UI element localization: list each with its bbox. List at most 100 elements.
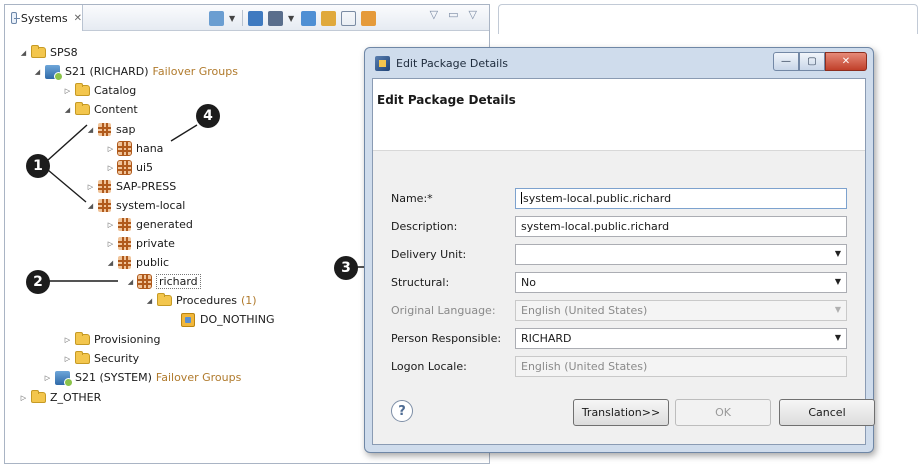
tree-node-z-other[interactable]: ▷ Z_OTHER	[19, 388, 101, 407]
callout-badge-4: 4	[196, 104, 220, 128]
name-label: Name:*	[391, 191, 433, 205]
chevron-down-icon[interactable]: ▼	[229, 11, 237, 26]
import-icon[interactable]	[321, 10, 336, 26]
tree-node-richard[interactable]: ◢ richard	[126, 272, 201, 291]
tree-node-sap-press[interactable]: ▷ SAP-PRESS	[86, 177, 176, 196]
collapsed-twisty-icon[interactable]: ▷	[43, 374, 52, 382]
close-icon[interactable]: ✕	[74, 13, 82, 24]
help-icon[interactable]: ?	[391, 400, 413, 422]
chevron-down-icon[interactable]: ▼	[288, 11, 296, 26]
name-row: Name:* system-local.public.richard	[391, 187, 847, 209]
tree-node-label: hana	[136, 142, 164, 155]
logon-locale-row: Logon Locale: English (United States)	[391, 355, 847, 377]
logon-locale-label: Logon Locale:	[391, 359, 467, 373]
package-icon	[118, 218, 131, 231]
tree-node-provisioning[interactable]: ▷ Provisioning	[63, 330, 161, 349]
view-tabbar: Systems ✕ ▼ ▼ ▽ ▭ ▽	[5, 5, 489, 31]
delivery-unit-label: Delivery Unit:	[391, 247, 467, 261]
delivery-unit-select[interactable]: ▼	[515, 243, 847, 265]
tree-node-private[interactable]: ▷ private	[106, 234, 175, 253]
tree-node-sap[interactable]: ◢ sap	[86, 120, 135, 139]
close-button[interactable]: ✕	[825, 52, 867, 71]
dialog-titlebar[interactable]: Edit Package Details — ▢ ✕	[365, 48, 873, 78]
collapsed-twisty-icon[interactable]: ▷	[63, 336, 72, 344]
link-with-editor-icon[interactable]	[361, 10, 376, 26]
person-responsible-select[interactable]: RICHARD ▼	[515, 327, 847, 349]
catalog-icon[interactable]	[301, 10, 316, 26]
folder-icon	[75, 102, 90, 115]
expanded-twisty-icon[interactable]: ◢	[145, 297, 154, 305]
minimize-button[interactable]: —	[773, 52, 799, 71]
package-icon	[118, 256, 131, 269]
package-icon	[117, 160, 132, 175]
dialog-banner: Edit Package Details	[373, 79, 865, 151]
original-language-select: English (United States) ▼	[515, 299, 847, 321]
translation-button[interactable]: Translation>>	[573, 399, 669, 426]
app-icon	[375, 55, 390, 71]
dialog-window-title: Edit Package Details	[396, 56, 509, 70]
tree-node-s21-richard[interactable]: ◢ S21 (RICHARD) Failover Groups	[33, 62, 238, 81]
view-menu-icon[interactable]: ▽	[430, 8, 438, 21]
structural-value: No	[521, 275, 536, 289]
view-controls: ▽ ▭ ▽	[430, 8, 477, 21]
logon-locale-field: English (United States)	[515, 355, 847, 377]
tree-node-hana[interactable]: ▷ hana	[106, 139, 163, 158]
systems-tab[interactable]: Systems ✕	[5, 5, 83, 31]
tree-node-label: Security	[94, 352, 140, 365]
minimize-icon[interactable]: ▭	[448, 8, 458, 21]
tree-node-label: public	[136, 256, 170, 269]
structural-select[interactable]: No ▼	[515, 271, 847, 293]
name-field[interactable]: system-local.public.richard	[515, 187, 847, 209]
tree-node-generated[interactable]: ▷ generated	[106, 215, 193, 234]
view-toolbar: ▼ ▼	[209, 10, 376, 26]
maximize-button[interactable]: ▢	[799, 52, 825, 71]
description-row: Description: system-local.public.richard	[391, 215, 847, 237]
system-icon	[55, 370, 73, 387]
collapse-all-icon[interactable]	[341, 10, 356, 26]
tree-node-sps8[interactable]: ◢ SPS8	[19, 43, 78, 62]
tree-node-label: SPS8	[50, 46, 78, 59]
collapsed-twisty-icon[interactable]: ▷	[19, 394, 28, 402]
tools-icon[interactable]	[268, 10, 283, 26]
tree-node-procedures[interactable]: ◢ Procedures (1)	[145, 291, 257, 310]
add-system-icon[interactable]	[209, 10, 224, 26]
tree-node-system-local[interactable]: ◢ system-local	[86, 196, 185, 215]
expanded-twisty-icon[interactable]: ◢	[33, 68, 42, 76]
package-icon	[98, 199, 111, 212]
collapsed-twisty-icon[interactable]: ▷	[86, 183, 95, 191]
tree-node-label: Catalog	[94, 84, 137, 97]
collapsed-twisty-icon[interactable]: ▷	[106, 145, 115, 153]
sql-console-icon[interactable]	[248, 10, 263, 26]
collapsed-twisty-icon[interactable]: ▷	[106, 164, 115, 172]
expanded-twisty-icon[interactable]: ◢	[63, 106, 72, 114]
expanded-twisty-icon[interactable]: ◢	[19, 49, 28, 57]
expanded-twisty-icon[interactable]: ◢	[126, 278, 135, 286]
maximize-icon[interactable]: ▽	[469, 8, 477, 21]
structural-label: Structural:	[391, 275, 450, 289]
delivery-unit-row: Delivery Unit: ▼	[391, 243, 847, 265]
tree-node-content[interactable]: ◢ Content	[63, 100, 138, 119]
tree-node-label: sap	[116, 123, 136, 136]
expanded-twisty-icon[interactable]: ◢	[86, 202, 95, 210]
collapsed-twisty-icon[interactable]: ▷	[106, 240, 115, 248]
description-field[interactable]: system-local.public.richard	[515, 215, 847, 237]
tree-node-label: private	[136, 237, 175, 250]
tree-node-public[interactable]: ◢ public	[106, 253, 169, 272]
tree-node-s21-system[interactable]: ▷ S21 (SYSTEM) Failover Groups	[43, 368, 241, 387]
expanded-twisty-icon[interactable]: ◢	[86, 126, 95, 134]
tree-node-label: ui5	[136, 161, 154, 174]
tree-node-label: Content	[94, 103, 138, 116]
ok-button[interactable]: OK	[675, 399, 771, 426]
failover-groups-label: Failover Groups	[152, 65, 238, 78]
collapsed-twisty-icon[interactable]: ▷	[106, 221, 115, 229]
collapsed-twisty-icon[interactable]: ▷	[63, 87, 72, 95]
chevron-down-icon: ▼	[834, 304, 841, 314]
tree-node-do-nothing[interactable]: DO_NOTHING	[181, 310, 275, 329]
tree-node-catalog[interactable]: ▷ Catalog	[63, 81, 136, 100]
tree-node-security[interactable]: ▷ Security	[63, 349, 139, 368]
expanded-twisty-icon[interactable]: ◢	[106, 259, 115, 267]
tree-node-ui5[interactable]: ▷ ui5	[106, 158, 153, 177]
collapsed-twisty-icon[interactable]: ▷	[63, 355, 72, 363]
cancel-button[interactable]: Cancel	[779, 399, 875, 426]
window-buttons: — ▢ ✕	[773, 52, 867, 71]
